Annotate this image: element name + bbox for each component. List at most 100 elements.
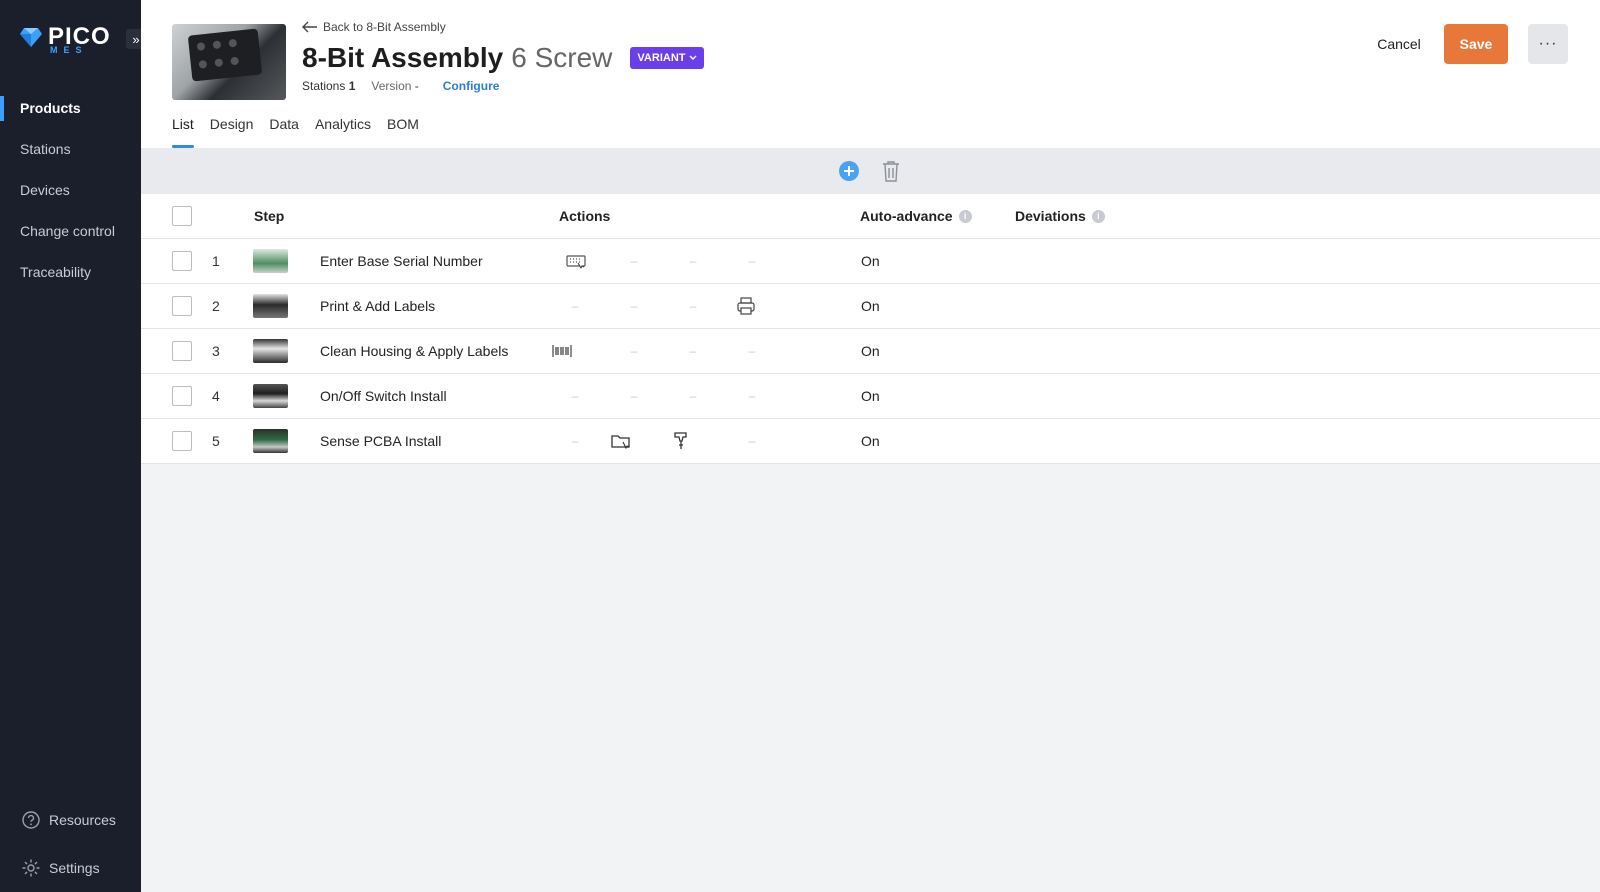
step-thumbnail	[253, 339, 288, 363]
keyboard-icon[interactable]	[565, 250, 587, 272]
empty-action: –	[689, 389, 697, 403]
diamond-logo-icon	[20, 28, 42, 47]
empty-action: –	[571, 389, 579, 403]
row-checkbox[interactable]	[172, 431, 192, 451]
col-auto-advance: Auto-advance i	[860, 194, 972, 238]
sidebar-item-devices[interactable]: Devices	[0, 170, 141, 211]
tab-design[interactable]: Design	[210, 116, 254, 148]
step-number: 2	[212, 298, 220, 314]
gear-icon	[22, 859, 40, 877]
step-thumbnail	[253, 249, 288, 273]
row-checkbox[interactable]	[172, 251, 192, 271]
row-checkbox-cell	[172, 329, 192, 373]
sidebar-item-products[interactable]: Products	[0, 88, 141, 129]
sidebar-item-settings[interactable]: Settings	[0, 844, 141, 892]
brand-name: PICO	[48, 23, 111, 50]
more-options-button[interactable]: ···	[1528, 24, 1568, 64]
pico-logo[interactable]: PICO MES	[20, 23, 111, 55]
step-name[interactable]: Enter Base Serial Number	[320, 239, 483, 283]
col-deviations-label: Deviations	[1015, 208, 1086, 224]
product-image	[172, 24, 286, 100]
action-slot-3: –	[683, 239, 703, 283]
step-number: 1	[212, 253, 220, 269]
arrow-left-icon	[302, 21, 317, 33]
action-slot-2: –	[624, 329, 644, 373]
printer-icon[interactable]	[735, 295, 757, 317]
table-row[interactable]: 1 Enter Base Serial Number – – – On	[141, 239, 1600, 284]
table-row[interactable]: 3 Clean Housing & Apply Labels – – – On	[141, 329, 1600, 374]
brand-sub: MES	[50, 45, 88, 55]
barcode-icon[interactable]	[551, 340, 573, 362]
save-button[interactable]: Save	[1444, 24, 1508, 64]
configure-link[interactable]: Configure	[443, 79, 500, 93]
settings-label: Settings	[49, 860, 100, 876]
row-checkbox-cell	[172, 374, 192, 418]
action-slot-4: –	[742, 374, 762, 418]
folder-click-icon[interactable]	[610, 430, 632, 452]
empty-action: –	[748, 389, 756, 403]
sidebar-item-change-control[interactable]: Change control	[0, 211, 141, 252]
sidebar-item-traceability[interactable]: Traceability	[0, 252, 141, 293]
empty-action: –	[748, 434, 756, 448]
sidebar: PICO MES » Products Stations Devices Cha…	[0, 0, 146, 892]
action-slot-3: –	[683, 374, 703, 418]
sidebar-item-stations[interactable]: Stations	[0, 129, 141, 170]
auto-advance-value[interactable]: On	[861, 374, 880, 418]
tabs: List Design Data Analytics BOM	[172, 116, 419, 148]
step-name[interactable]: Clean Housing & Apply Labels	[320, 329, 508, 373]
step-name[interactable]: Sense PCBA Install	[320, 419, 441, 463]
action-slot-4	[735, 284, 757, 328]
table-row[interactable]: 5 Sense PCBA Install – – On	[141, 419, 1600, 464]
action-slot-4: –	[742, 419, 762, 463]
sidebar-item-resources[interactable]: Resources	[0, 796, 141, 844]
auto-advance-value[interactable]: On	[861, 329, 880, 373]
auto-advance-value[interactable]: On	[861, 419, 880, 463]
back-link[interactable]: Back to 8-Bit Assembly	[302, 20, 446, 34]
screwdriver-icon[interactable]	[670, 430, 692, 452]
tab-list[interactable]: List	[172, 116, 194, 148]
select-all-checkbox[interactable]	[172, 206, 192, 226]
version-label: Version	[371, 79, 412, 93]
add-step-icon[interactable]	[838, 160, 860, 182]
empty-action: –	[689, 299, 697, 313]
empty-action: –	[571, 299, 579, 313]
row-checkbox-cell	[172, 239, 192, 283]
row-checkbox[interactable]	[172, 386, 192, 406]
empty-action: –	[630, 254, 638, 268]
action-slot-1: –	[565, 419, 585, 463]
cancel-button[interactable]: Cancel	[1359, 24, 1439, 64]
step-number: 3	[212, 343, 220, 359]
steps-table: Step Actions Auto-advance i Deviations i 1…	[141, 194, 1600, 464]
tab-bom[interactable]: BOM	[387, 116, 419, 148]
info-icon[interactable]: i	[958, 209, 972, 223]
page-header: Back to 8-Bit Assembly 8-Bit Assembly 6 …	[141, 0, 1600, 148]
step-name[interactable]: Print & Add Labels	[320, 284, 435, 328]
action-slot-1: –	[565, 374, 585, 418]
row-checkbox[interactable]	[172, 296, 192, 316]
auto-advance-value[interactable]: On	[861, 284, 880, 328]
table-row[interactable]: 2 Print & Add Labels – – – On	[141, 284, 1600, 329]
stations-label: Stations	[302, 79, 346, 93]
step-thumbnail-cell	[253, 374, 288, 418]
version-value: -	[414, 79, 419, 93]
step-number: 4	[212, 388, 220, 404]
step-name[interactable]: On/Off Switch Install	[320, 374, 447, 418]
action-slot-1	[551, 329, 573, 373]
tab-data[interactable]: Data	[269, 116, 299, 148]
step-thumbnail	[253, 384, 288, 408]
tab-analytics[interactable]: Analytics	[315, 116, 371, 148]
row-checkbox[interactable]	[172, 341, 192, 361]
back-link-label: Back to 8-Bit Assembly	[323, 20, 446, 34]
variant-dropdown[interactable]: VARIANT	[630, 47, 705, 69]
empty-action: –	[748, 344, 756, 358]
table-header: Step Actions Auto-advance i Deviations i	[141, 194, 1600, 239]
step-thumbnail-cell	[253, 419, 288, 463]
info-icon[interactable]: i	[1091, 209, 1105, 223]
action-slot-3: –	[683, 284, 703, 328]
delete-icon[interactable]	[880, 159, 902, 183]
stations-meta: Stations 1	[302, 79, 355, 93]
auto-advance-value[interactable]: On	[861, 239, 880, 283]
page-subtitle: 6 Screw	[511, 42, 613, 73]
empty-action: –	[630, 344, 638, 358]
table-row[interactable]: 4 On/Off Switch Install – – – – On	[141, 374, 1600, 419]
